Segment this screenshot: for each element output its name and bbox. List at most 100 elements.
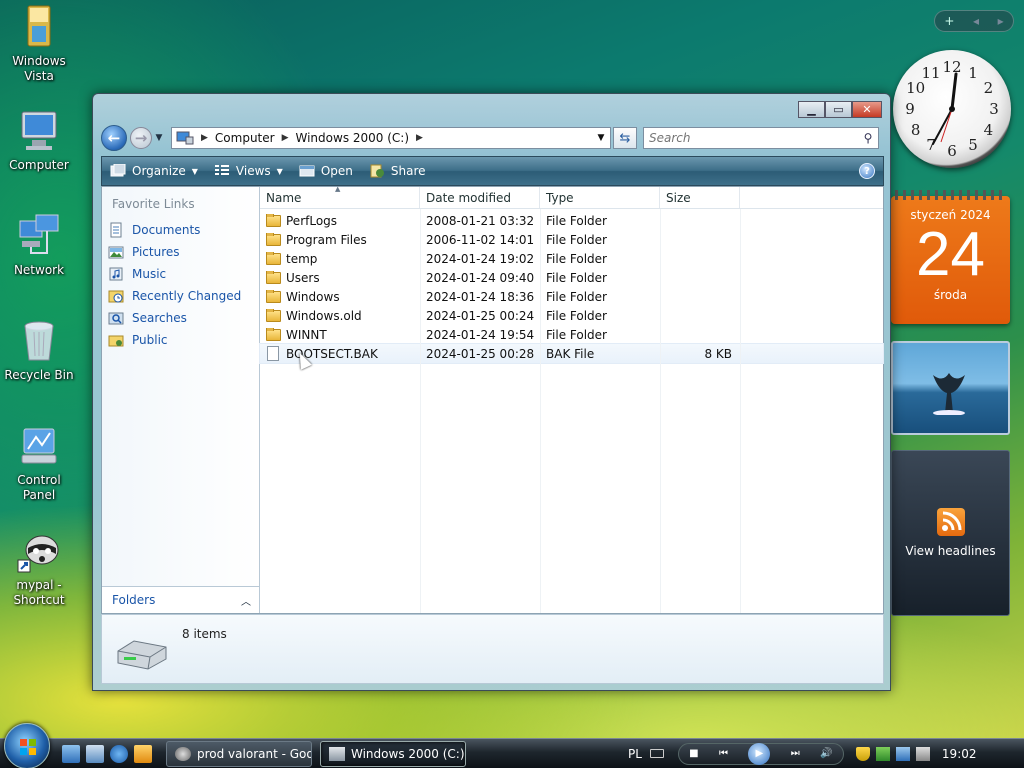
clock-gadget[interactable]: 11 10 9 8 7 6 5 4 3 2 1 12	[893, 50, 1011, 168]
close-button[interactable]: ✕	[852, 101, 882, 118]
breadcrumb-separator[interactable]: ▶	[416, 133, 423, 143]
file-row[interactable]: Program Files 2006-11-02 14:01 File Folder	[260, 230, 883, 249]
share-label: Share	[390, 164, 426, 178]
nav-link-searches[interactable]: Searches	[102, 307, 259, 329]
organize-label: Organize	[132, 164, 186, 178]
searches-icon	[108, 310, 124, 326]
recycle-bin-icon	[16, 318, 62, 364]
rss-icon	[936, 508, 965, 536]
folder-icon	[266, 213, 281, 227]
show-desktop-icon[interactable]	[62, 744, 80, 763]
keyboard-icon[interactable]	[649, 749, 664, 758]
open-button[interactable]: Open	[291, 157, 361, 185]
explorer-window[interactable]: ▁ ▭ ✕ ← → ▼ ▶ Computer ▶ Windows 2000 (C…	[92, 93, 891, 691]
windows-logo-icon	[20, 738, 36, 755]
play-icon: ▶	[755, 748, 764, 759]
hard-drive-icon	[114, 637, 170, 673]
views-button[interactable]: Views ▼	[206, 157, 291, 185]
clock-hands	[932, 72, 958, 145]
nav-link-public[interactable]: Public	[102, 329, 259, 351]
file-row[interactable]: temp 2024-01-24 19:02 File Folder	[260, 249, 883, 268]
share-button[interactable]: Share	[361, 157, 434, 185]
file-row[interactable]: Windows.old 2024-01-25 00:24 File Folder	[260, 306, 883, 325]
file-name-cell: temp	[260, 251, 420, 266]
internet-explorer-icon[interactable]	[110, 744, 128, 763]
language-indicator[interactable]: PL	[628, 747, 642, 761]
column-header-date-modified[interactable]: Date modified	[420, 187, 540, 208]
chevron-right-icon[interactable]: ▸	[998, 14, 1004, 28]
feed-headlines-gadget[interactable]: View headlines	[891, 450, 1010, 616]
organize-button[interactable]: Organize ▼	[102, 157, 206, 185]
file-row[interactable]: PerfLogs 2008-01-21 03:32 File Folder	[260, 211, 883, 230]
search-input[interactable]	[649, 131, 858, 145]
taskbar-item-browser[interactable]: prod valorant - Goo...	[166, 740, 312, 767]
back-button[interactable]: ←	[101, 125, 127, 151]
file-date-modified: 2024-01-24 19:02	[426, 251, 535, 266]
desktop-icon-mypal-shortcut[interactable]: mypal - Shortcut	[0, 528, 78, 608]
desktop-icon-network[interactable]: Network	[0, 213, 78, 278]
minimize-button[interactable]: ▁	[798, 101, 825, 118]
start-button[interactable]	[4, 722, 50, 768]
breadcrumb-drive[interactable]: Windows 2000 (C:)	[296, 131, 410, 145]
nav-link-music[interactable]: Music	[102, 263, 259, 285]
windows-defender-icon[interactable]	[875, 746, 890, 761]
previous-icon[interactable]: ⏮	[719, 748, 728, 759]
next-icon[interactable]: ⏭	[791, 748, 800, 759]
calendar-gadget[interactable]: styczeń 2024 24 środa	[891, 190, 1010, 324]
refresh-button[interactable]: ⇆	[613, 127, 637, 149]
volume-muted-icon[interactable]	[915, 746, 930, 761]
pictures-icon	[108, 244, 124, 260]
file-row[interactable]: Users 2024-01-24 09:40 File Folder	[260, 268, 883, 287]
forward-button[interactable]: →	[130, 127, 152, 149]
stop-icon[interactable]: ■	[689, 748, 698, 759]
raccoon-icon	[16, 528, 62, 574]
desktop-icon-label: Computer	[9, 158, 69, 172]
clock-time[interactable]: 19:02	[942, 747, 977, 761]
item-count: 8 items	[182, 627, 227, 641]
slideshow-gadget[interactable]	[891, 341, 1010, 435]
breadcrumb-separator[interactable]: ▶	[201, 133, 208, 143]
search-box[interactable]: ⚲	[643, 127, 879, 149]
file-date-modified: 2024-01-24 19:54	[426, 327, 535, 342]
help-icon[interactable]: ?	[859, 163, 875, 179]
file-row[interactable]: WINNT 2024-01-24 19:54 File Folder	[260, 325, 883, 344]
folder-icon	[266, 232, 281, 246]
chevron-up-icon: ︿	[241, 596, 251, 608]
desktop-icon-control-panel[interactable]: Control Panel	[0, 423, 78, 503]
volume-icon[interactable]: 🔊	[820, 748, 832, 759]
column-header-size[interactable]: Size	[660, 187, 740, 208]
organize-icon	[110, 163, 126, 178]
chevron-left-icon[interactable]: ◂	[973, 14, 979, 28]
taskbar-item-explorer[interactable]: Windows 2000 (C:)	[320, 740, 466, 767]
search-icon[interactable]: ⚲	[858, 131, 878, 145]
recent-pages-dropdown[interactable]: ▼	[153, 133, 165, 143]
address-dropdown-icon[interactable]: ▼	[592, 133, 610, 143]
address-bar[interactable]: ▶ Computer ▶ Windows 2000 (C:) ▶ ▼	[171, 127, 611, 149]
network-tray-icon[interactable]	[895, 746, 910, 761]
nav-link-documents[interactable]: Documents	[102, 219, 259, 241]
media-player-icon[interactable]	[134, 744, 152, 763]
nav-link-pictures[interactable]: Pictures	[102, 241, 259, 263]
desktop-icon-windows-vista[interactable]: Windows Vista	[0, 4, 78, 84]
folders-toggle[interactable]: Folders ︿	[102, 586, 259, 613]
sidebar-controls[interactable]: + ◂ ▸	[934, 10, 1014, 32]
column-header-name[interactable]: ▲ Name	[260, 185, 420, 208]
whale-tail-image	[933, 373, 965, 415]
maximize-icon: ▭	[833, 103, 844, 116]
computer-icon	[176, 131, 194, 145]
file-row[interactable]: BOOTSECT.BAK 2024-01-25 00:28 BAK File 8 KB	[259, 343, 884, 364]
desktop-icon-recycle-bin[interactable]: Recycle Bin	[0, 318, 78, 383]
file-row[interactable]: Windows 2024-01-24 18:36 File Folder	[260, 287, 883, 306]
breadcrumb-separator[interactable]: ▶	[282, 133, 289, 143]
nav-link-recently-changed[interactable]: Recently Changed	[102, 285, 259, 307]
maximize-button[interactable]: ▭	[825, 101, 852, 118]
column-header-type[interactable]: Type	[540, 187, 660, 208]
add-gadget-icon[interactable]: +	[944, 14, 954, 28]
file-name: Users	[286, 270, 320, 285]
file-name-cell: PerfLogs	[260, 213, 420, 228]
breadcrumb-computer[interactable]: Computer	[215, 131, 275, 145]
play-button[interactable]: ▶	[748, 742, 771, 765]
security-shield-icon[interactable]	[855, 746, 870, 761]
desktop-icon-computer[interactable]: Computer	[0, 108, 78, 173]
switch-windows-icon[interactable]	[86, 744, 104, 763]
